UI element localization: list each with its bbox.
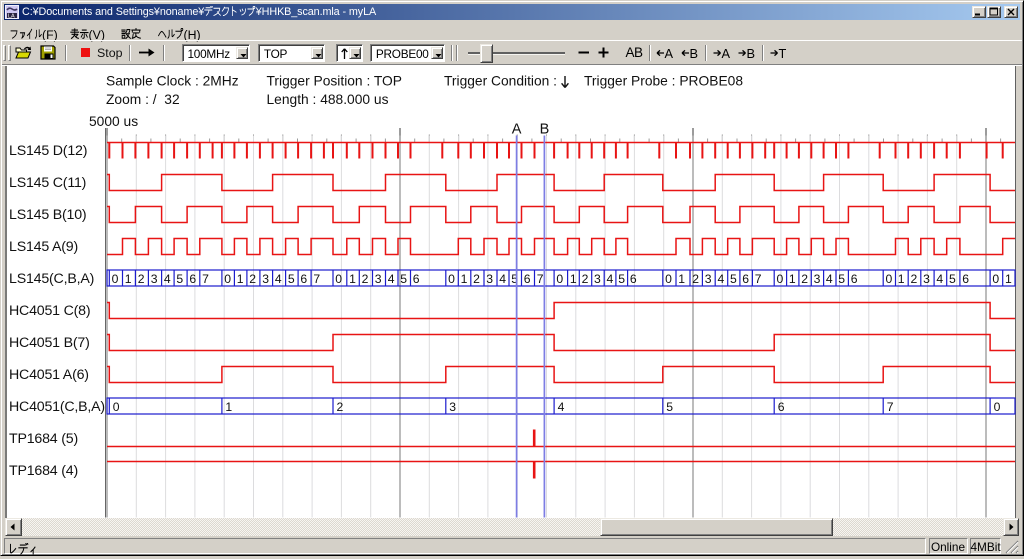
svg-text:2: 2 — [911, 272, 918, 286]
svg-text:2: 2 — [473, 272, 480, 286]
svg-text:TP1684 (5): TP1684 (5) — [9, 431, 78, 447]
svg-text:LS145 B(10): LS145 B(10) — [9, 207, 86, 223]
svg-text:7: 7 — [537, 272, 544, 286]
svg-text:2: 2 — [362, 272, 369, 286]
svg-text:1: 1 — [898, 272, 905, 286]
svg-text:0: 0 — [556, 272, 563, 286]
svg-text:6: 6 — [413, 272, 420, 286]
svg-text:5: 5 — [666, 400, 673, 414]
svg-text:1: 1 — [461, 272, 468, 286]
svg-text:1: 1 — [225, 400, 232, 414]
svg-text:0: 0 — [992, 272, 999, 286]
svg-text:7: 7 — [313, 272, 320, 286]
svg-text:4: 4 — [275, 272, 282, 286]
svg-text:3: 3 — [151, 272, 158, 286]
svg-text:Sample Clock : 2MHz: Sample Clock : 2MHz — [106, 74, 239, 89]
svg-text:LS145 D(12): LS145 D(12) — [9, 143, 87, 159]
svg-text:1: 1 — [125, 272, 132, 286]
svg-text:3: 3 — [814, 272, 821, 286]
svg-text:4: 4 — [718, 272, 725, 286]
svg-text:2: 2 — [337, 400, 344, 414]
svg-text:3: 3 — [449, 400, 456, 414]
svg-text:5000 us: 5000 us — [89, 114, 138, 129]
svg-text:5: 5 — [949, 272, 956, 286]
svg-text:HC4051(C,B,A): HC4051(C,B,A) — [9, 399, 105, 415]
svg-text:6: 6 — [742, 272, 749, 286]
svg-text:5: 5 — [288, 272, 295, 286]
svg-text:HC4051 C(8): HC4051 C(8) — [9, 303, 90, 319]
svg-text:6: 6 — [524, 272, 531, 286]
svg-text:2: 2 — [138, 272, 145, 286]
svg-text:B: B — [540, 122, 550, 138]
svg-text:2: 2 — [692, 272, 699, 286]
svg-text:5: 5 — [400, 272, 407, 286]
svg-text:0: 0 — [665, 272, 672, 286]
svg-text:7: 7 — [202, 272, 209, 286]
svg-text:Trigger Probe : PROBE08: Trigger Probe : PROBE08 — [584, 74, 743, 89]
svg-text:0: 0 — [113, 400, 120, 414]
svg-text:1: 1 — [678, 272, 685, 286]
svg-text:4: 4 — [826, 272, 833, 286]
svg-text:Trigger Position : TOP: Trigger Position : TOP — [267, 74, 402, 89]
svg-text:Trigger Condition :: Trigger Condition : — [444, 74, 557, 89]
svg-text:3: 3 — [262, 272, 269, 286]
svg-text:1: 1 — [570, 272, 577, 286]
svg-text:Length : 488.000 us: Length : 488.000 us — [267, 92, 389, 107]
svg-text:6: 6 — [778, 400, 785, 414]
svg-text:TP1684 (4): TP1684 (4) — [9, 463, 78, 479]
svg-text:1: 1 — [1005, 272, 1012, 286]
svg-text:5: 5 — [730, 272, 737, 286]
svg-text:1: 1 — [237, 272, 244, 286]
svg-text:0: 0 — [224, 272, 231, 286]
svg-text:4: 4 — [936, 272, 943, 286]
svg-text:3: 3 — [375, 272, 382, 286]
svg-text:2: 2 — [582, 272, 589, 286]
svg-text:LS145(C,B,A): LS145(C,B,A) — [9, 271, 94, 287]
svg-text:6: 6 — [189, 272, 196, 286]
svg-text:LS145 A(9): LS145 A(9) — [9, 239, 78, 255]
svg-text:HC4051 B(7): HC4051 B(7) — [9, 335, 90, 351]
svg-text:HC4051 A(6): HC4051 A(6) — [9, 367, 89, 383]
svg-text:1: 1 — [789, 272, 796, 286]
svg-text:6: 6 — [851, 272, 858, 286]
svg-text:2: 2 — [801, 272, 808, 286]
svg-text:6: 6 — [962, 272, 969, 286]
svg-text:0: 0 — [777, 272, 784, 286]
svg-text:4: 4 — [558, 400, 565, 414]
svg-text:5: 5 — [176, 272, 183, 286]
svg-text:Zoom : / 32: Zoom : / 32 — [106, 92, 180, 107]
svg-text:1: 1 — [349, 272, 356, 286]
svg-text:3: 3 — [486, 272, 493, 286]
svg-text:5: 5 — [618, 272, 625, 286]
svg-text:3: 3 — [923, 272, 930, 286]
svg-text:5: 5 — [838, 272, 845, 286]
svg-text:6: 6 — [300, 272, 307, 286]
svg-text:0: 0 — [112, 272, 119, 286]
svg-text:A: A — [512, 122, 522, 138]
svg-text:2: 2 — [249, 272, 256, 286]
svg-text:3: 3 — [594, 272, 601, 286]
svg-text:4: 4 — [164, 272, 171, 286]
svg-text:4: 4 — [499, 272, 506, 286]
svg-text:0: 0 — [335, 272, 342, 286]
svg-text:7: 7 — [887, 400, 894, 414]
svg-text:6: 6 — [630, 272, 637, 286]
svg-text:LS145 C(11): LS145 C(11) — [9, 175, 86, 191]
svg-text:3: 3 — [705, 272, 712, 286]
svg-text:0: 0 — [448, 272, 455, 286]
svg-text:4: 4 — [388, 272, 395, 286]
svg-text:4: 4 — [607, 272, 614, 286]
svg-text:0: 0 — [994, 400, 1001, 414]
svg-text:0: 0 — [886, 272, 893, 286]
svg-text:7: 7 — [755, 272, 762, 286]
